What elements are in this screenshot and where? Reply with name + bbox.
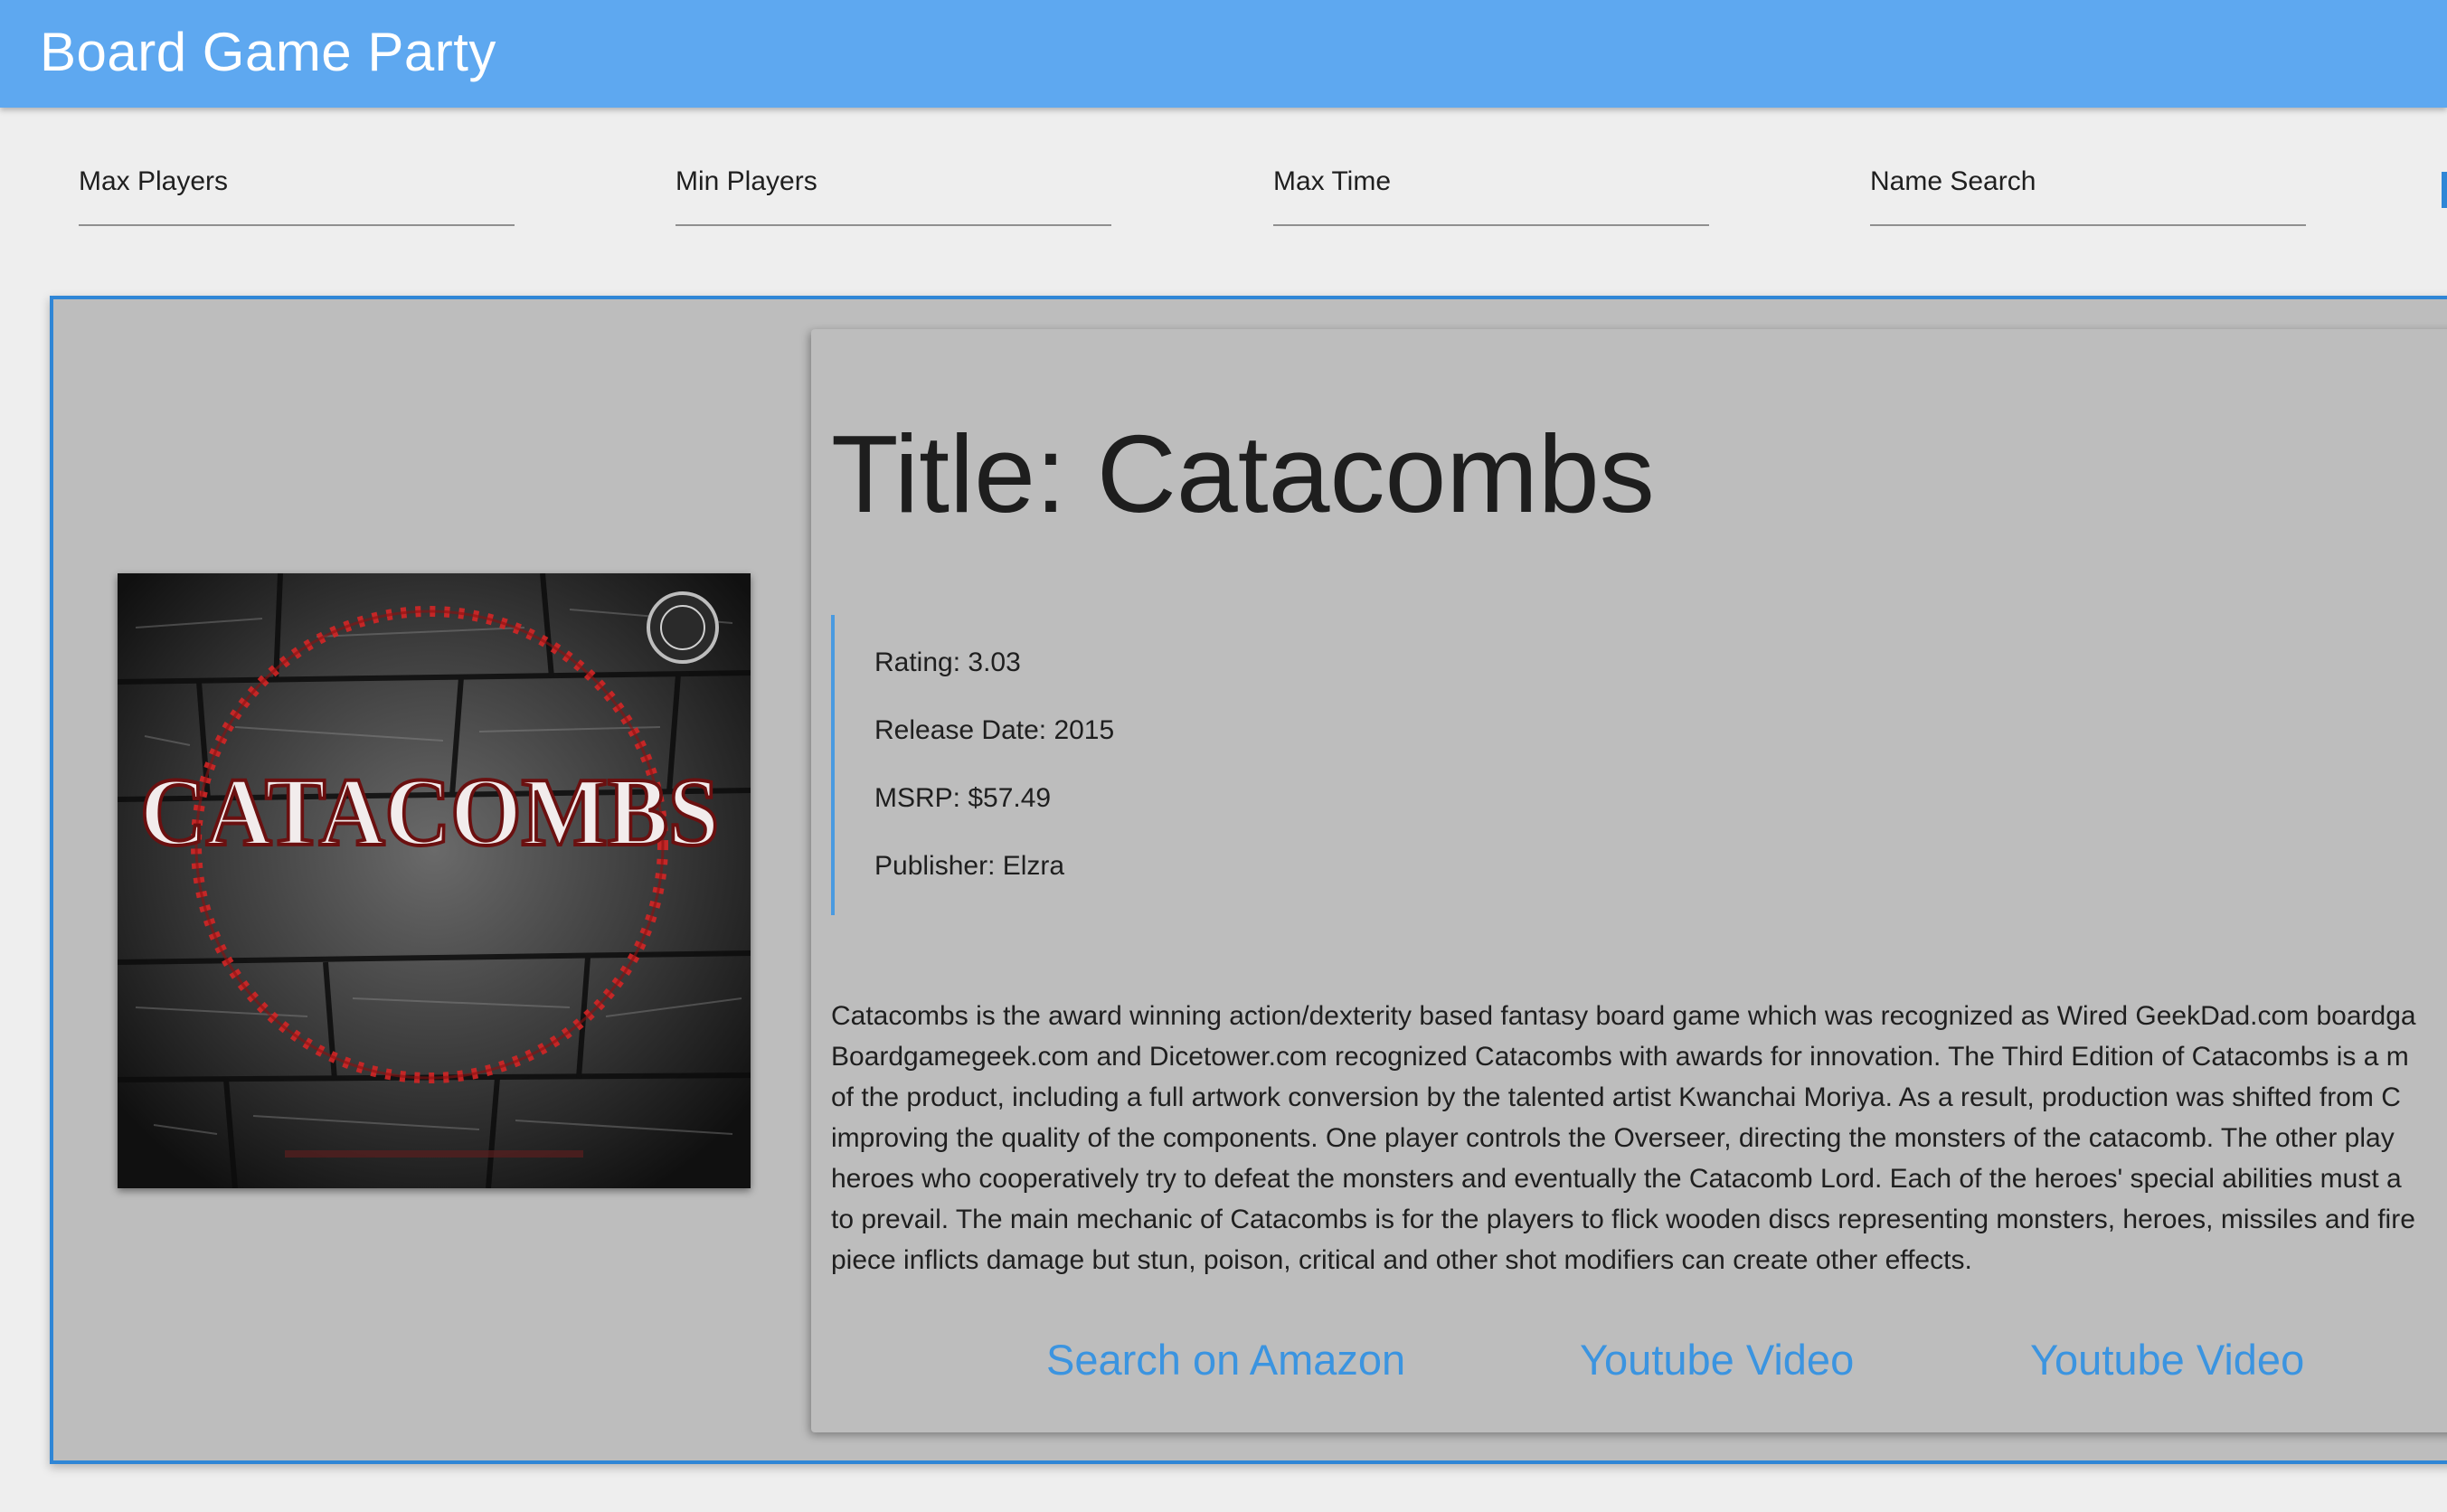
app-bar: Board Game Party xyxy=(0,0,2447,108)
game-cover-image: CATACOMBS xyxy=(118,573,751,1188)
name-search-input[interactable] xyxy=(1870,163,2306,224)
description-line: Boardgamegeek.com and Dicetower.com reco… xyxy=(831,1042,2409,1072)
amazon-search-link[interactable]: Search on Amazon xyxy=(1046,1335,1405,1384)
release-date-text: Release Date: 2015 xyxy=(874,715,1115,745)
name-search-field[interactable]: Name Search xyxy=(1870,163,2306,226)
min-players-field[interactable]: Min Players xyxy=(676,163,1111,226)
max-time-field[interactable]: Max Time xyxy=(1273,163,1709,226)
max-players-input[interactable] xyxy=(79,163,515,224)
description-line: to prevail. The main mechanic of Catacom… xyxy=(831,1205,2415,1234)
description-line: heroes who cooperatively try to defeat t… xyxy=(831,1164,2402,1194)
description-line: piece inflicts damage but stun, poison, … xyxy=(831,1245,1972,1275)
min-players-input[interactable] xyxy=(676,163,1111,224)
youtube-video-link-1[interactable]: Youtube Video xyxy=(1580,1335,1854,1384)
max-time-input[interactable] xyxy=(1273,163,1709,224)
description-line: Catacombs is the award winning action/de… xyxy=(831,1001,2416,1031)
publisher-text: Publisher: Elzra xyxy=(874,851,1065,881)
game-detail-panel: Title: Catacombs Rating: 3.03 Release Da… xyxy=(811,329,2447,1432)
youtube-video-link-2[interactable]: Youtube Video xyxy=(2030,1335,2304,1384)
rating-text: Rating: 3.03 xyxy=(874,647,1021,677)
app-title: Board Game Party xyxy=(40,22,496,82)
game-description: Catacombs is the award winning action/de… xyxy=(831,996,2447,1280)
msrp-text: MSRP: $57.49 xyxy=(874,783,1052,813)
description-line: improving the quality of the components.… xyxy=(831,1123,2395,1153)
svg-text:CATACOMBS: CATACOMBS xyxy=(140,759,719,866)
cover-art: CATACOMBS xyxy=(118,573,751,1188)
game-title: Title: Catacombs xyxy=(831,412,1655,535)
offscreen-button-edge[interactable] xyxy=(2442,172,2447,208)
game-card: CATACOMBS Title: Catacombs Rating: 3.03 … xyxy=(50,296,2447,1464)
max-players-field[interactable]: Max Players xyxy=(79,163,515,226)
description-line: of the product, including a full artwork… xyxy=(831,1082,2401,1112)
game-stats-block: Rating: 3.03 Release Date: 2015 MSRP: $5… xyxy=(831,615,1464,915)
